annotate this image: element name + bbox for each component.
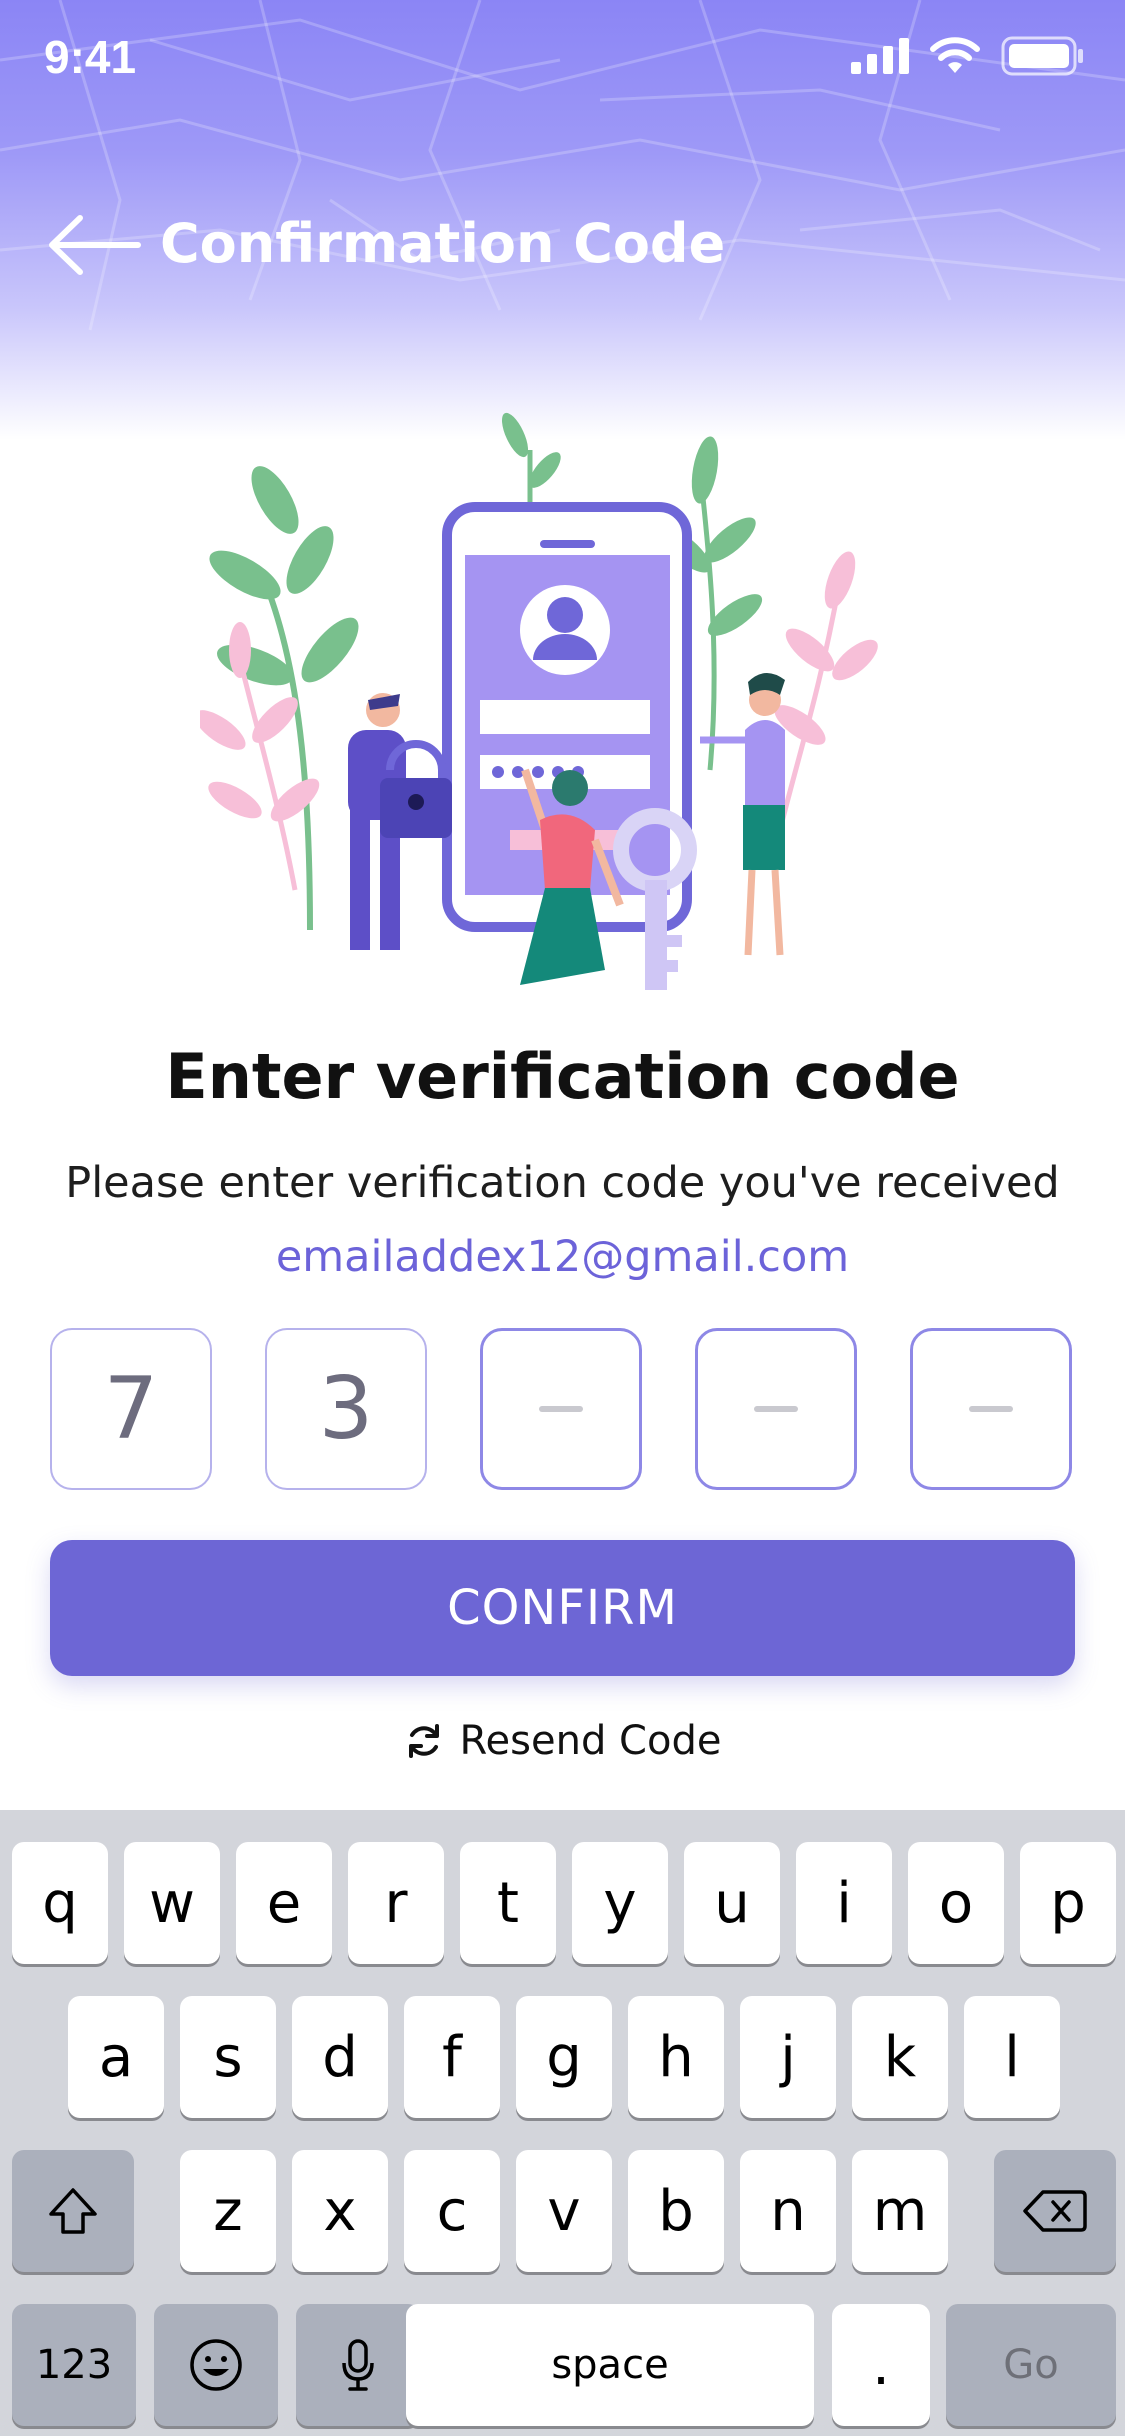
signal-icon [851, 38, 909, 74]
code-digit-3[interactable] [480, 1328, 642, 1490]
key-f[interactable]: f [404, 1996, 500, 2118]
confirm-button[interactable]: CONFIRM [50, 1540, 1075, 1676]
emoji-key[interactable] [154, 2304, 278, 2426]
shift-key[interactable] [12, 2150, 134, 2272]
key-x[interactable]: x [292, 2150, 388, 2272]
key-i[interactable]: i [796, 1842, 892, 1964]
refresh-icon [408, 1724, 439, 1758]
key-s[interactable]: s [180, 1996, 276, 2118]
key-c[interactable]: c [404, 2150, 500, 2272]
numbers-key[interactable]: 123 [12, 2304, 136, 2426]
space-key[interactable]: space [406, 2304, 814, 2426]
empty-digit-dash [969, 1406, 1013, 1412]
key-l[interactable]: l [964, 1996, 1060, 2118]
emoji-icon [190, 2339, 242, 2391]
page-title: Confirmation Code [160, 212, 726, 275]
key-h[interactable]: h [628, 1996, 724, 2118]
backspace-icon [1023, 2190, 1087, 2232]
keyboard: q w e r t y u i o p a s d f g h j k l z … [0, 1810, 1125, 2436]
key-b[interactable]: b [628, 2150, 724, 2272]
wifi-icon [930, 37, 980, 73]
nav-bar: Confirmation Code [0, 200, 1125, 290]
code-digit-1[interactable]: 7 [50, 1328, 212, 1490]
arrow-left-icon [49, 215, 141, 275]
verification-subtext: Please enter verification code you've re… [65, 1158, 1060, 1208]
key-d[interactable]: d [292, 1996, 388, 2118]
delete-key[interactable] [994, 2150, 1116, 2272]
key-e[interactable]: e [236, 1842, 332, 1964]
back-button[interactable] [46, 210, 142, 280]
key-w[interactable]: w [124, 1842, 220, 1964]
resend-code-label: Resend Code [459, 1718, 722, 1764]
status-time: 9:41 [44, 31, 137, 83]
key-y[interactable]: y [572, 1842, 668, 1964]
key-z[interactable]: z [180, 2150, 276, 2272]
code-digit-4[interactable] [695, 1328, 857, 1490]
key-a[interactable]: a [68, 1996, 164, 2118]
key-u[interactable]: u [684, 1842, 780, 1964]
verification-heading: Enter verification code [165, 1040, 960, 1113]
code-input-row: 7 3 [50, 1328, 1074, 1492]
battery-icon [1001, 36, 1083, 76]
key-p[interactable]: p [1020, 1842, 1116, 1964]
key-o[interactable]: o [908, 1842, 1004, 1964]
period-key[interactable]: . [832, 2304, 930, 2426]
key-v[interactable]: v [516, 2150, 612, 2272]
key-n[interactable]: n [740, 2150, 836, 2272]
resend-code-link[interactable]: Resend Code [0, 1718, 1125, 1764]
key-r[interactable]: r [348, 1842, 444, 1964]
microphone-icon [342, 2339, 374, 2391]
code-digit-2[interactable]: 3 [265, 1328, 427, 1490]
empty-digit-dash [754, 1406, 798, 1412]
go-key[interactable]: Go [946, 2304, 1116, 2426]
key-k[interactable]: k [852, 1996, 948, 2118]
recipient-email: emailaddex12@gmail.com [275, 1232, 850, 1282]
dictation-key[interactable] [296, 2304, 420, 2426]
empty-digit-dash [539, 1406, 583, 1412]
key-q[interactable]: q [12, 1842, 108, 1964]
status-bar: 9:41 [0, 0, 1125, 120]
status-icons [851, 36, 1085, 76]
verification-illustration [200, 412, 878, 990]
key-g[interactable]: g [516, 1996, 612, 2118]
key-t[interactable]: t [460, 1842, 556, 1964]
code-digit-5[interactable] [910, 1328, 1072, 1490]
key-m[interactable]: m [852, 2150, 948, 2272]
key-j[interactable]: j [740, 1996, 836, 2118]
shift-icon [49, 2188, 97, 2234]
